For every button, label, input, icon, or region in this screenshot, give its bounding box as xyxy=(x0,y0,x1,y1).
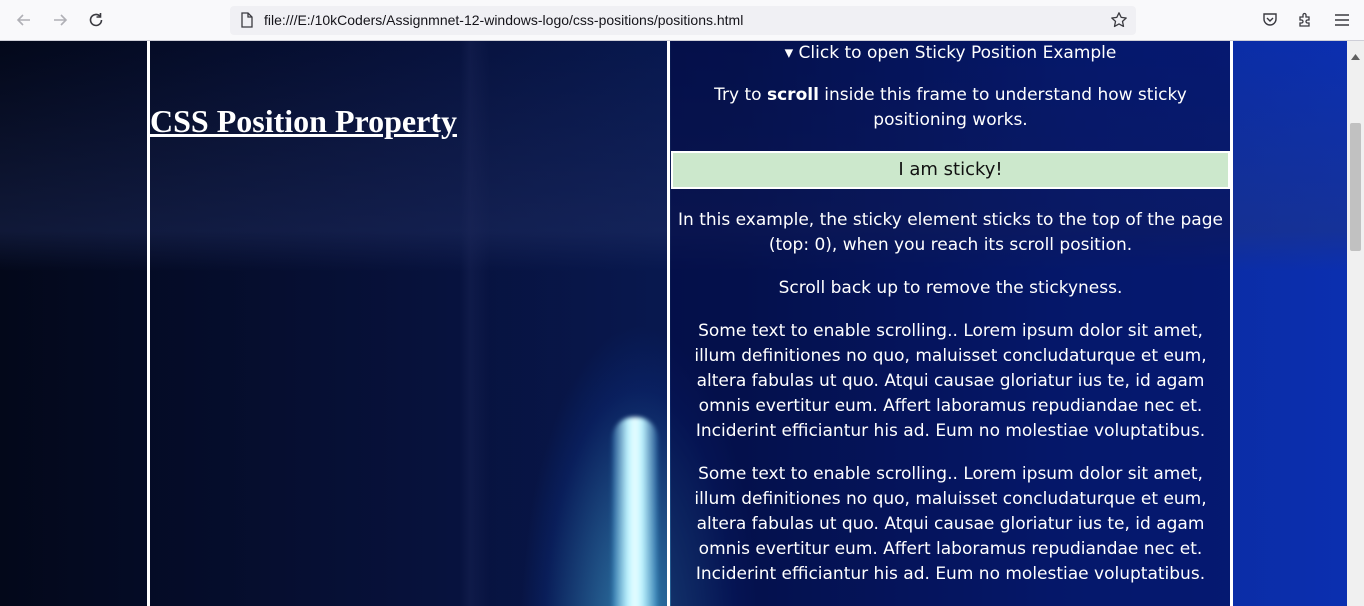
reload-icon[interactable] xyxy=(85,9,107,31)
page-viewport: CSS Position Property ▾ Click to open St… xyxy=(0,41,1347,606)
arrow-right-icon[interactable] xyxy=(49,9,71,31)
star-icon[interactable] xyxy=(1110,11,1128,33)
sticky-example-frame[interactable]: ▾ Click to open Sticky Position Example … xyxy=(671,41,1230,606)
scrollbar-thumb[interactable] xyxy=(1350,123,1361,251)
arrow-left-icon[interactable] xyxy=(13,9,35,31)
pocket-icon[interactable] xyxy=(1259,9,1281,31)
intro-text-start: Try to xyxy=(714,85,767,105)
hamburger-menu-icon[interactable] xyxy=(1331,9,1353,31)
page-icon xyxy=(240,12,254,32)
scroll-up-arrow-icon[interactable] xyxy=(1351,45,1360,64)
paragraph-sticky-explanation: In this example, the sticky element stic… xyxy=(678,210,1223,255)
page-title: CSS Position Property xyxy=(150,103,457,139)
intro-text-bold: scroll xyxy=(766,85,819,105)
browser-toolbar: file:///E:/10kCoders/Assignmnet-12-windo… xyxy=(0,0,1364,41)
url-text: file:///E:/10kCoders/Assignmnet-12-windo… xyxy=(264,12,744,28)
details-summary[interactable]: ▾ Click to open Sticky Position Example xyxy=(671,41,1230,65)
paragraph-lorem-2: Some text to enable scrolling.. Lorem ip… xyxy=(694,464,1207,584)
puzzle-icon[interactable] xyxy=(1295,9,1317,31)
middle-column-border xyxy=(667,41,670,606)
light-beam-decoration xyxy=(612,417,658,606)
sticky-element: I am sticky! xyxy=(671,151,1230,189)
right-column-border xyxy=(1230,41,1233,606)
intro-text: Try to scroll inside this frame to under… xyxy=(675,83,1226,133)
intro-text-end: inside this frame to understand how stic… xyxy=(818,85,1187,130)
paragraph-scroll-back: Scroll back up to remove the stickyness. xyxy=(778,278,1123,298)
url-bar[interactable]: file:///E:/10kCoders/Assignmnet-12-windo… xyxy=(230,6,1136,35)
page-scrollbar[interactable] xyxy=(1347,41,1364,606)
paragraph-lorem-1: Some text to enable scrolling.. Lorem ip… xyxy=(694,321,1207,441)
